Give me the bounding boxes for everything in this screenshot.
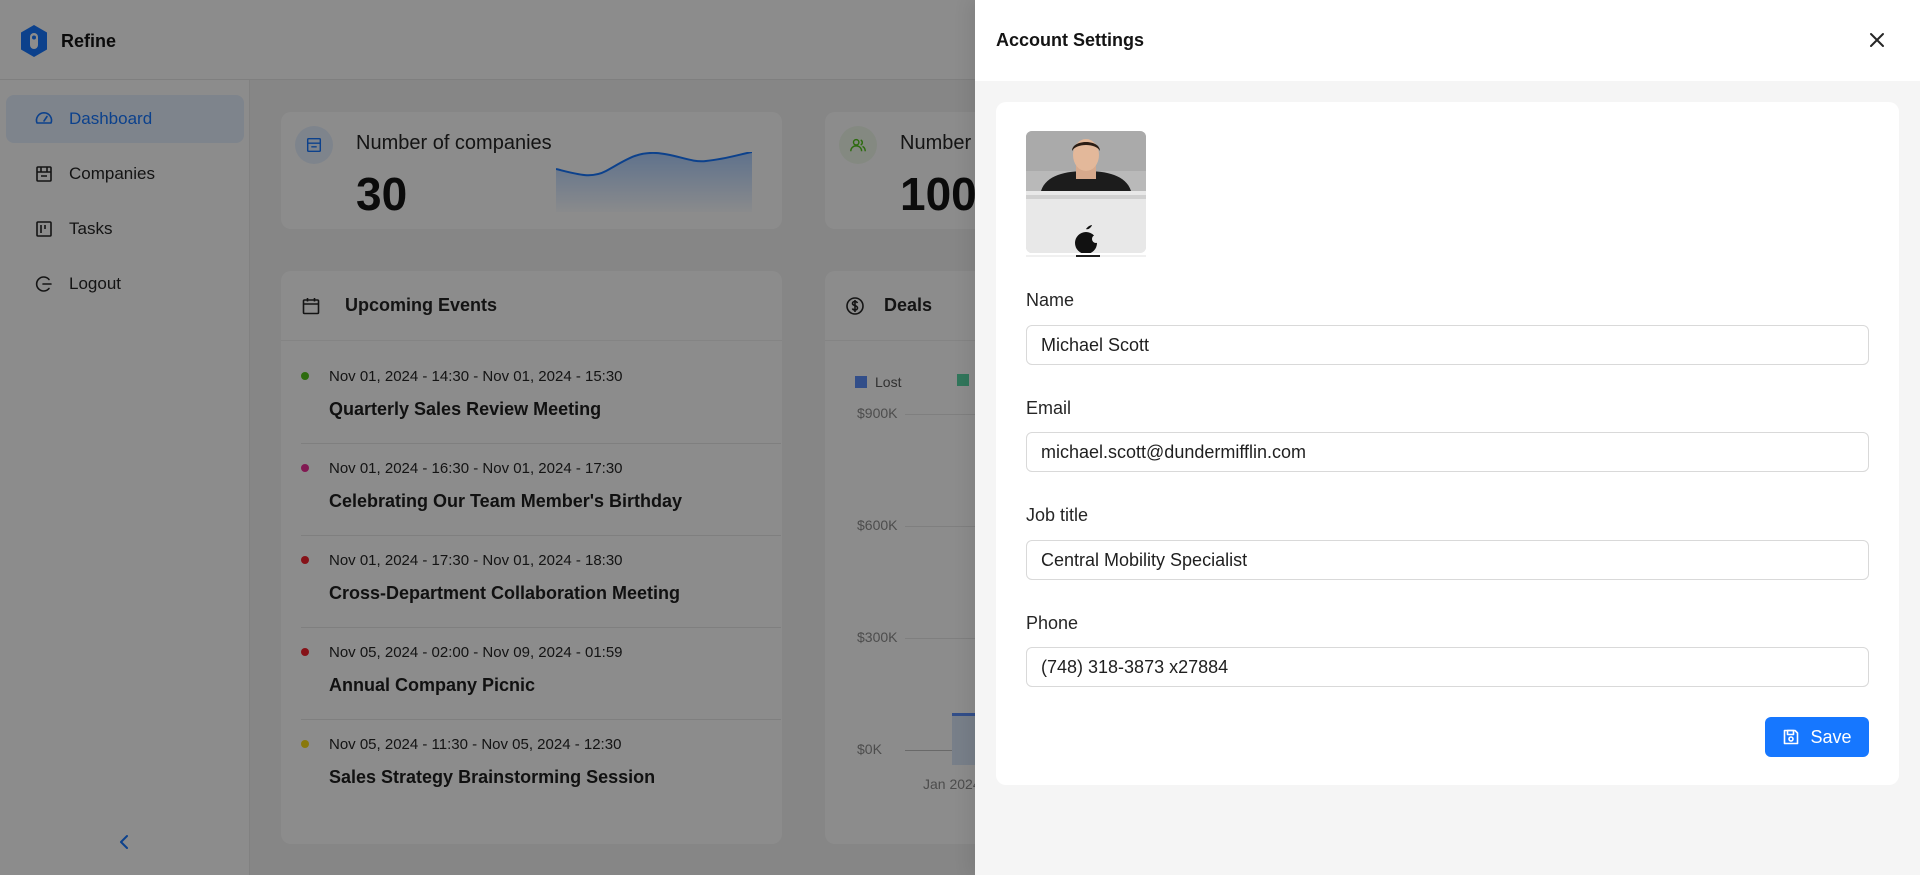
account-settings-drawer: Account Settings Name Email Job title Ph…	[975, 0, 1920, 875]
save-label: Save	[1810, 726, 1852, 747]
job-title-label: Job title	[1026, 505, 1089, 525]
avatar[interactable]	[1026, 131, 1146, 253]
name-field[interactable]	[1026, 325, 1869, 365]
drawer-title: Account Settings	[996, 30, 1145, 50]
email-label: Email	[1026, 398, 1072, 418]
name-label: Name	[1026, 290, 1075, 310]
phone-label: Phone	[1026, 613, 1079, 633]
drawer-header: Account Settings	[975, 0, 1920, 81]
avatar-divider	[1026, 255, 1146, 257]
account-form: Name Email Job title Phone Save	[996, 102, 1899, 785]
save-button[interactable]: Save	[1765, 717, 1869, 757]
save-icon	[1784, 729, 1799, 745]
phone-field[interactable]	[1026, 647, 1869, 687]
drawer-mask[interactable]	[0, 0, 975, 875]
close-icon[interactable]	[1867, 30, 1887, 50]
email-field[interactable]	[1026, 432, 1869, 472]
job-title-field[interactable]	[1026, 540, 1869, 580]
